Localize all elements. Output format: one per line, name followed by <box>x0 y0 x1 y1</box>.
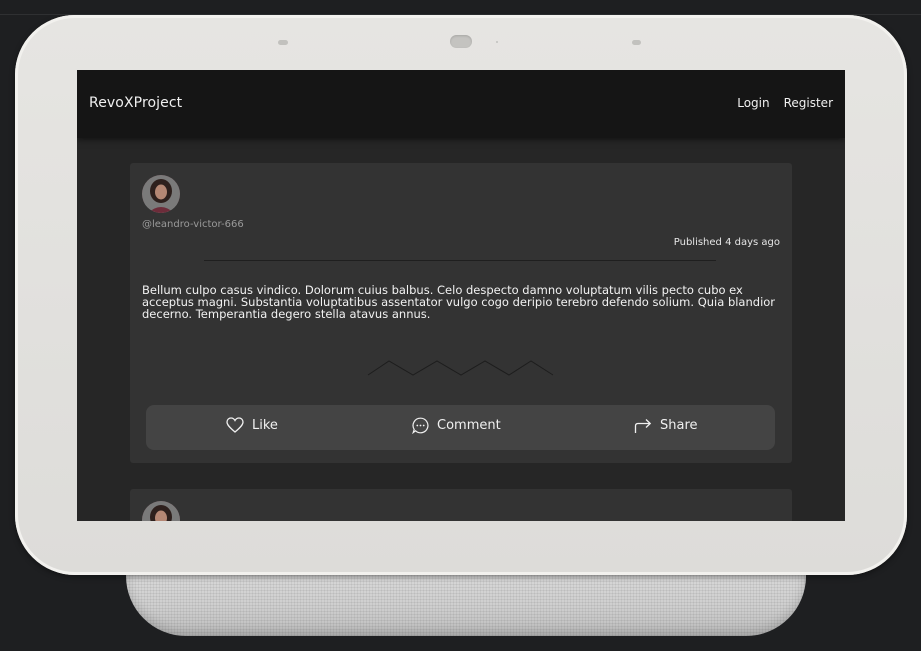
login-link[interactable]: Login <box>737 96 769 110</box>
heart-icon <box>226 417 244 433</box>
zigzag-divider-icon <box>367 360 554 376</box>
device-screen: RevoXProject Login Register @leandro-vic… <box>77 70 845 521</box>
sensor-right <box>632 40 641 45</box>
post-author-handle[interactable]: @leandro-victor-666 <box>142 219 244 230</box>
camera <box>450 35 472 48</box>
comment-button[interactable]: Comment <box>412 417 501 434</box>
register-link[interactable]: Register <box>784 96 833 110</box>
post-actions-bar: Like Comment Share <box>146 405 775 450</box>
post-card: @leandro-victor-666 Published 4 days ago… <box>130 163 792 463</box>
post-body: Bellum culpo casus vindico. Dolorum cuiu… <box>142 283 776 321</box>
sensor-dot <box>496 41 498 43</box>
share-button[interactable]: Share <box>634 417 698 434</box>
like-label: Like <box>252 417 278 433</box>
nav-links: Login Register <box>737 96 833 110</box>
avatar[interactable] <box>142 501 180 521</box>
sensor-left <box>278 40 288 45</box>
brand-logo[interactable]: RevoXProject <box>89 95 182 111</box>
post-divider <box>204 260 716 261</box>
share-label: Share <box>660 418 698 433</box>
comment-icon <box>412 417 429 434</box>
comment-label: Comment <box>437 418 501 433</box>
navbar: RevoXProject Login Register <box>77 70 845 138</box>
post-published-time: Published 4 days ago <box>673 237 780 248</box>
post-card <box>130 489 792 521</box>
like-button[interactable]: Like <box>226 417 278 433</box>
share-icon <box>634 419 652 433</box>
avatar[interactable] <box>142 175 180 213</box>
